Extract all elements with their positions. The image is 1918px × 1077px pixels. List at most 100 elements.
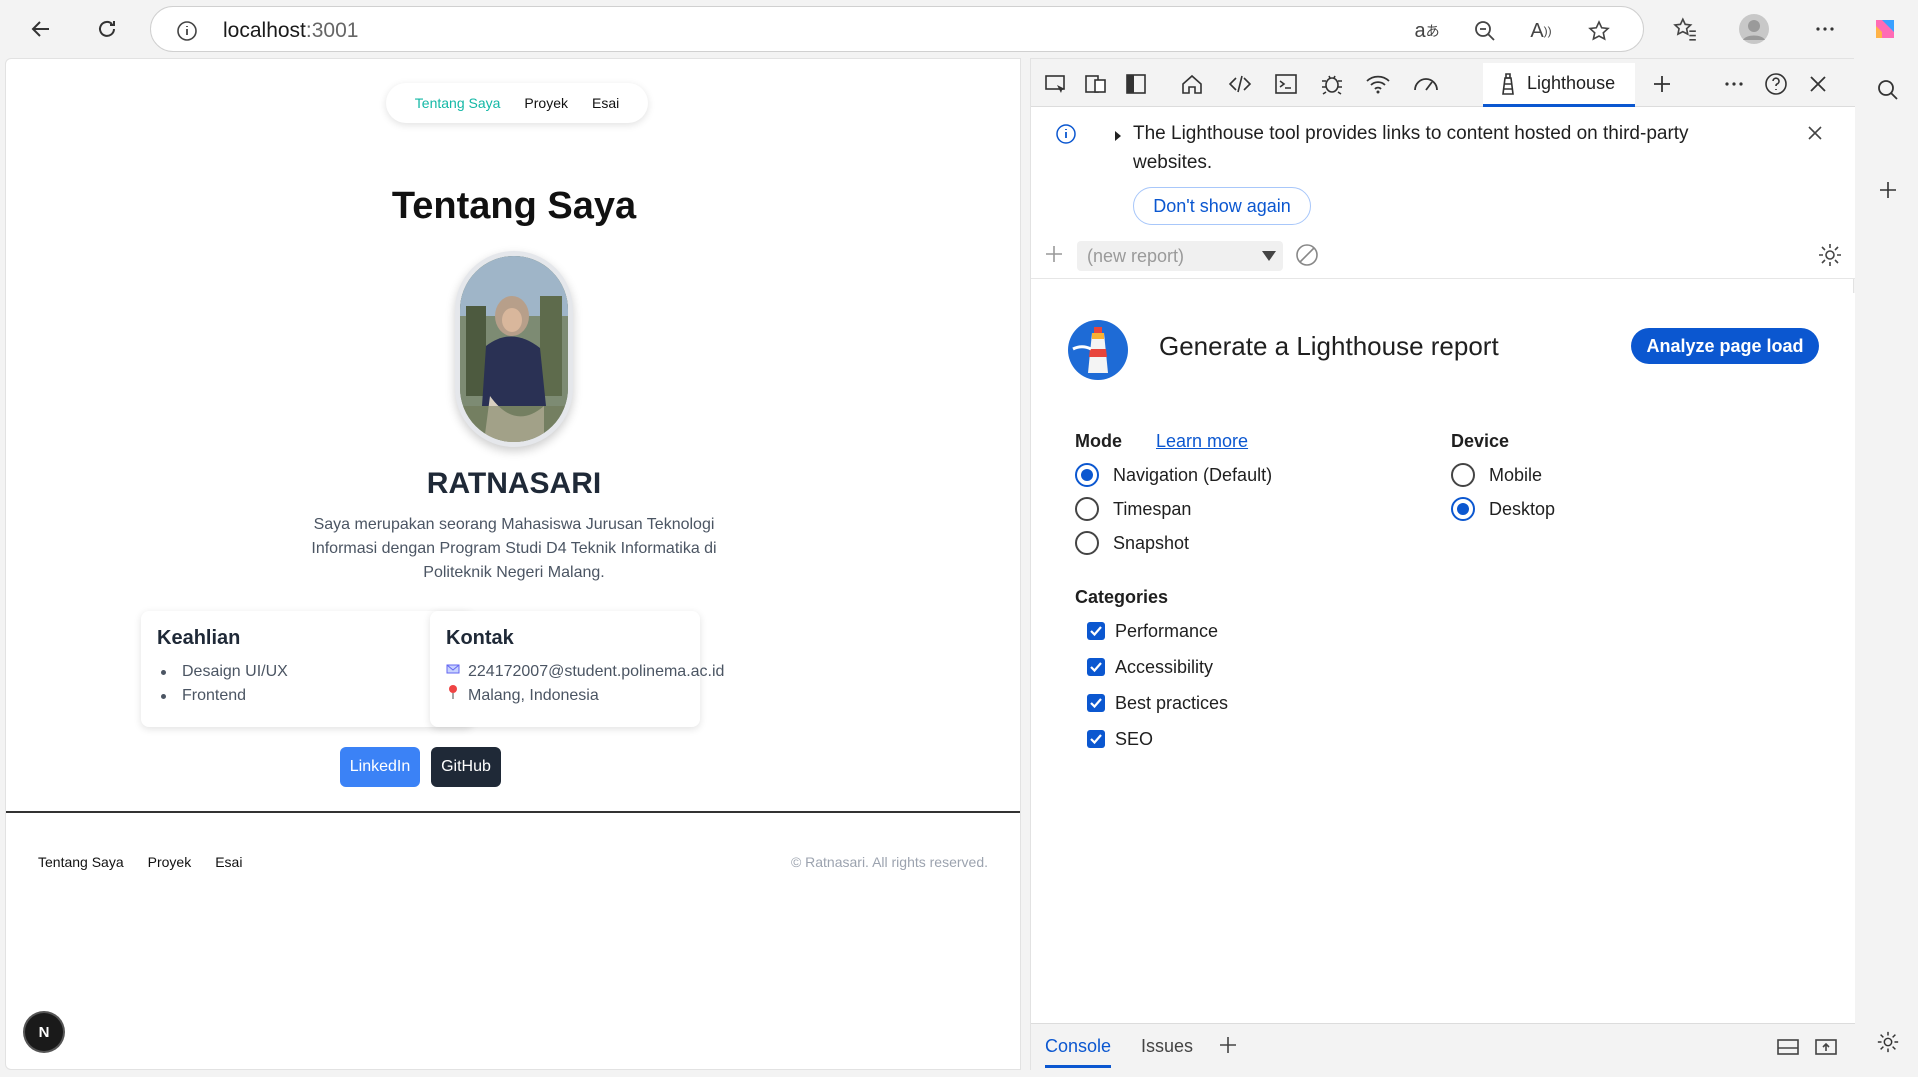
github-button[interactable]: GitHub	[431, 747, 501, 787]
lighthouse-panel: Generate a Lighthouse report Analyze pag…	[1031, 293, 1855, 1023]
category-accessibility-label[interactable]: Accessibility	[1115, 657, 1213, 678]
favorite-star-icon[interactable]	[1585, 17, 1613, 45]
favorites-icon[interactable]	[1668, 12, 1702, 46]
list-item: Desaign UI/UX	[157, 660, 457, 684]
top-navigation: Tentang Saya Proyek Esai	[386, 83, 648, 123]
copyright-text: © Ratnasari. All rights reserved.	[790, 854, 988, 870]
checkbox-best-practices[interactable]	[1087, 694, 1105, 712]
checkbox-accessibility[interactable]	[1087, 658, 1105, 676]
sources-bug-icon[interactable]	[1317, 69, 1347, 99]
nextjs-dev-badge[interactable]: N	[25, 1013, 63, 1051]
device-toolbar-icon[interactable]	[1081, 69, 1111, 99]
radio-snapshot[interactable]	[1075, 531, 1099, 555]
expand-triangle-icon[interactable]	[1113, 129, 1123, 147]
report-toolbar: (new report)	[1031, 229, 1855, 279]
dock-drawer-icon[interactable]	[1775, 1036, 1801, 1063]
mode-snapshot-label[interactable]: Snapshot	[1113, 533, 1189, 554]
browser-sidebar	[1858, 58, 1918, 1077]
categories-label: Categories	[1075, 587, 1169, 607]
dismiss-banner-icon[interactable]	[1805, 123, 1825, 148]
learn-more-link[interactable]: Learn more	[1156, 431, 1248, 452]
dock-side-icon[interactable]	[1121, 69, 1151, 99]
tab-console[interactable]: Console	[1045, 1036, 1112, 1068]
nav-link-esai[interactable]: Esai	[592, 95, 619, 111]
performance-gauge-icon[interactable]	[1411, 69, 1441, 99]
footer-link-proyek[interactable]: Proyek	[148, 854, 192, 870]
sidebar-settings-icon[interactable]	[1872, 1026, 1904, 1058]
settings-gear-icon[interactable]	[1817, 242, 1843, 273]
page-viewport: Tentang Saya Proyek Esai Tentang Saya RA…	[5, 58, 1021, 1070]
linkedin-button[interactable]: LinkedIn	[340, 747, 420, 787]
address-bar[interactable]: localhost:3001 aあ A))	[150, 6, 1644, 52]
add-drawer-tab-icon[interactable]	[1217, 1034, 1239, 1061]
footer-navigation: Tentang Saya Proyek Esai	[38, 854, 242, 870]
analyze-page-load-button[interactable]: Analyze page load	[1631, 328, 1819, 364]
nav-link-proyek[interactable]: Proyek	[524, 95, 568, 111]
console-icon[interactable]	[1271, 69, 1301, 99]
dont-show-again-button[interactable]: Don't show again	[1133, 187, 1311, 225]
more-menu-icon[interactable]	[1808, 12, 1842, 46]
reload-button[interactable]	[88, 10, 126, 48]
contact-heading: Kontak	[446, 627, 514, 649]
radio-navigation[interactable]	[1075, 463, 1099, 487]
site-info-icon[interactable]	[175, 19, 199, 48]
read-aloud-icon[interactable]: A))	[1527, 17, 1555, 45]
email-icon	[446, 660, 460, 684]
mode-timespan-label[interactable]: Timespan	[1113, 499, 1191, 520]
list-item: Frontend	[157, 684, 457, 708]
info-icon	[1055, 123, 1077, 150]
footer-link-tentang-saya[interactable]: Tentang Saya	[38, 854, 124, 870]
url-text[interactable]: localhost:3001	[223, 19, 358, 43]
category-performance-label[interactable]: Performance	[1115, 621, 1218, 642]
checkbox-seo[interactable]	[1087, 730, 1105, 748]
nav-link-tentang-saya[interactable]: Tentang Saya	[415, 95, 501, 111]
devtools-more-icon[interactable]	[1719, 69, 1749, 99]
drawer-tab-bar: Console Issues	[1031, 1023, 1855, 1071]
browser-toolbar: localhost:3001 aあ A))	[0, 0, 1918, 58]
close-devtools-icon[interactable]	[1803, 69, 1833, 99]
reload-icon	[99, 20, 115, 37]
category-seo-label[interactable]: SEO	[1115, 729, 1153, 750]
mode-label: Mode	[1075, 431, 1122, 451]
devtools-panel: Lighthouse The Lighthouse tool provides …	[1030, 58, 1855, 1071]
profile-name: RATNASARI	[426, 467, 602, 500]
lighthouse-logo-icon	[1067, 319, 1129, 386]
report-select[interactable]: (new report)	[1077, 241, 1283, 271]
radio-timespan[interactable]	[1075, 497, 1099, 521]
sidebar-add-icon[interactable]	[1872, 174, 1904, 206]
close-drawer-icon[interactable]	[1813, 1036, 1839, 1063]
profile-avatar-icon[interactable]	[1737, 12, 1771, 46]
add-tab-icon[interactable]	[1647, 69, 1677, 99]
network-wifi-icon[interactable]	[1363, 69, 1393, 99]
profile-photo	[455, 251, 573, 447]
bullet-icon	[161, 693, 166, 699]
checkbox-performance[interactable]	[1087, 622, 1105, 640]
radio-desktop[interactable]	[1451, 497, 1475, 521]
footer-link-esai[interactable]: Esai	[215, 854, 242, 870]
info-banner: The Lighthouse tool provides links to co…	[1031, 107, 1855, 239]
sidebar-search-icon[interactable]	[1872, 74, 1904, 106]
zoom-out-icon[interactable]	[1471, 17, 1499, 45]
elements-icon[interactable]	[1225, 69, 1255, 99]
contact-email: 224172007@student.polinema.ac.id	[446, 660, 724, 684]
device-desktop-label[interactable]: Desktop	[1489, 499, 1555, 520]
device-mobile-label[interactable]: Mobile	[1489, 465, 1542, 486]
translate-icon[interactable]: aあ	[1413, 17, 1441, 45]
back-button[interactable]	[22, 10, 60, 48]
skills-heading: Keahlian	[157, 627, 241, 649]
mode-navigation-label[interactable]: Navigation (Default)	[1113, 465, 1272, 486]
tab-issues[interactable]: Issues	[1141, 1036, 1193, 1057]
location-pin-icon	[446, 684, 460, 708]
welcome-home-icon[interactable]	[1177, 69, 1207, 99]
inspect-element-icon[interactable]	[1041, 69, 1071, 99]
radio-mobile[interactable]	[1451, 463, 1475, 487]
new-report-plus-icon[interactable]	[1043, 243, 1065, 270]
dropdown-arrow-icon	[1262, 251, 1276, 261]
help-icon[interactable]	[1761, 69, 1791, 99]
clear-report-icon[interactable]	[1295, 243, 1319, 272]
copilot-icon[interactable]	[1868, 12, 1902, 46]
back-arrow-icon	[31, 21, 49, 37]
tab-lighthouse[interactable]: Lighthouse	[1483, 63, 1635, 107]
contact-location: Malang, Indonesia	[446, 684, 684, 708]
category-best-practices-label[interactable]: Best practices	[1115, 693, 1228, 714]
